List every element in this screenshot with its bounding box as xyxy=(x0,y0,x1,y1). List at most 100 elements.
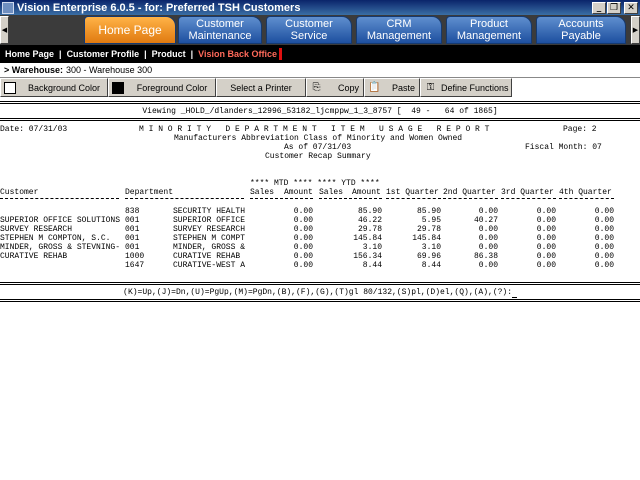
underline xyxy=(501,198,556,199)
tab-label-line1: Accounts xyxy=(558,18,604,30)
tab-label-line1: CRM xyxy=(386,18,412,30)
col-department: Department xyxy=(125,188,174,197)
paste-icon: 📋 xyxy=(368,81,381,93)
cell-mtd: 0.00 xyxy=(293,243,313,252)
cell-dept: 001 xyxy=(125,243,140,252)
warehouse-bar: > Warehouse: 300 - Warehouse 300 xyxy=(0,63,640,78)
cell-ytd: 8.44 xyxy=(362,261,382,270)
tab-label-line1: Customer xyxy=(285,18,333,30)
cell-dept: 1000 xyxy=(125,252,145,261)
tab-label-line2: Management xyxy=(366,30,432,42)
copy-button[interactable]: ⎘ Copy xyxy=(306,78,364,97)
cell-ytd: 145.84 xyxy=(353,234,382,243)
white-swatch-icon xyxy=(4,81,16,94)
cell-mtd: 0.00 xyxy=(293,252,313,261)
close-button[interactable]: ✕ xyxy=(624,1,638,14)
cell-q1: 5.95 xyxy=(421,216,441,225)
paste-button[interactable]: 📋 Paste xyxy=(364,78,420,97)
text-cursor xyxy=(512,288,517,298)
underline xyxy=(386,198,441,199)
group-header: **** MTD **** **** YTD **** xyxy=(250,179,380,188)
subnav-product[interactable]: Product xyxy=(147,49,191,59)
cell-q4: 0.00 xyxy=(594,261,614,270)
tab-customer-service[interactable]: Customer Service xyxy=(266,16,352,44)
scroll-left-arrow-icon[interactable]: ◀ xyxy=(0,16,9,44)
restore-button[interactable]: ❐ xyxy=(607,1,621,14)
tab-label-line2: Service xyxy=(290,30,328,42)
tab-label-line1: Customer xyxy=(196,18,244,30)
foreground-color-button[interactable]: Foreground Color xyxy=(108,78,216,97)
tab-customer-maintenance[interactable]: Customer Maintenance xyxy=(178,16,262,44)
cell-q1: 85.90 xyxy=(416,207,441,216)
report-subtitle: Manufacturers Abbreviation Class of Mino… xyxy=(174,134,463,143)
report-asof: As of 07/31/03 xyxy=(284,143,352,152)
window-title: Vision Enterprise 6.0.5 - for: Preferred… xyxy=(17,1,301,14)
tab-label-line2: Payable xyxy=(561,30,601,42)
toolbar: Background Color Foreground Color Select… xyxy=(0,78,512,97)
cell-dept: 001 xyxy=(125,216,140,225)
tab-label: Home Page xyxy=(98,23,162,37)
cell-q2: 0.00 xyxy=(478,243,498,252)
cell-q1: 3.10 xyxy=(421,243,441,252)
cell-q1: 69.96 xyxy=(416,252,441,261)
background-color-label: Background Color xyxy=(27,82,101,93)
tab-label-line1: Product xyxy=(470,18,508,30)
active-marker xyxy=(279,48,283,60)
app-icon xyxy=(2,1,14,14)
select-printer-button[interactable]: Select a Printer xyxy=(216,78,306,97)
cell-dept: 838 xyxy=(125,207,140,216)
cell-q3: 0.00 xyxy=(536,216,556,225)
viewing-line: Viewing _HOLD_/dlanders_12996_53182_ljcm… xyxy=(142,107,498,116)
cell-q2: 0.00 xyxy=(478,225,498,234)
cell-dept-name: MINDER, GROSS & xyxy=(173,243,246,252)
tab-product-management[interactable]: Product Management xyxy=(446,16,532,44)
cell-q3: 0.00 xyxy=(536,243,556,252)
scroll-right-arrow-icon[interactable]: ▶ xyxy=(631,16,640,44)
cell-customer: STEPHEN M COMPTON, S.C. xyxy=(0,234,111,243)
cell-q4: 0.00 xyxy=(594,207,614,216)
cell-q1: 8.44 xyxy=(421,261,441,270)
minimize-button[interactable]: _ xyxy=(592,1,606,14)
cell-mtd: 0.00 xyxy=(293,225,313,234)
background-color-button[interactable]: Background Color xyxy=(0,78,108,97)
warehouse-prefix: > xyxy=(4,65,10,75)
cell-q2: 40.27 xyxy=(473,216,498,225)
report-view[interactable]: Viewing _HOLD_/dlanders_12996_53182_ljcm… xyxy=(0,98,640,308)
tab-crm-management[interactable]: CRM Management xyxy=(356,16,442,44)
report-page: Page: 2 xyxy=(563,125,597,134)
cell-q3: 0.00 xyxy=(536,234,556,243)
subnav-customer-profile[interactable]: Customer Profile xyxy=(62,49,145,59)
foreground-color-label: Foreground Color xyxy=(136,82,208,93)
cell-q4: 0.00 xyxy=(594,252,614,261)
tab-home-page[interactable]: Home Page xyxy=(84,16,176,44)
report-title: M I N O R I T Y D E P A R T M E N T I T … xyxy=(139,125,490,134)
cell-q2: 0.00 xyxy=(478,234,498,243)
col-q4: 4th Quarter xyxy=(559,188,612,197)
subnav-home-page[interactable]: Home Page xyxy=(0,49,59,59)
cell-ytd: 29.78 xyxy=(357,225,382,234)
warehouse-value: 300 - Warehouse 300 xyxy=(65,65,153,75)
double-rule xyxy=(0,282,640,285)
cell-q1: 145.84 xyxy=(412,234,441,243)
cell-q4: 0.00 xyxy=(594,234,614,243)
command-line[interactable]: (K)=Up,(J)=Dn,(U)=PgUp,(M)=PgDn,(B),(F),… xyxy=(0,288,640,298)
cell-dept-name: CURATIVE-WEST A xyxy=(173,261,246,270)
report-fiscal: Fiscal Month: 07 xyxy=(525,143,602,152)
black-swatch-icon xyxy=(112,81,124,94)
cell-q3: 0.00 xyxy=(536,252,556,261)
col-mtd-amount: Amount xyxy=(284,188,313,197)
underline xyxy=(125,198,244,199)
tab-accounts-payable[interactable]: Accounts Payable xyxy=(536,16,626,44)
cell-q4: 0.00 xyxy=(594,216,614,225)
tab-label-line2: Maintenance xyxy=(188,30,252,42)
subnav-vision-back-office[interactable]: Vision Back Office xyxy=(193,49,278,59)
select-printer-label: Select a Printer xyxy=(230,82,292,93)
report-date: Date: 07/31/03 xyxy=(0,125,68,134)
cell-dept: 1647 xyxy=(125,261,145,270)
cell-q1: 29.78 xyxy=(416,225,441,234)
col-q3: 3rd Quarter xyxy=(501,188,554,197)
cell-mtd: 0.00 xyxy=(293,207,313,216)
double-rule xyxy=(0,118,640,121)
define-functions-button[interactable]: ⚿ Define Functions xyxy=(420,78,512,97)
define-functions-label: Define Functions xyxy=(441,82,509,93)
